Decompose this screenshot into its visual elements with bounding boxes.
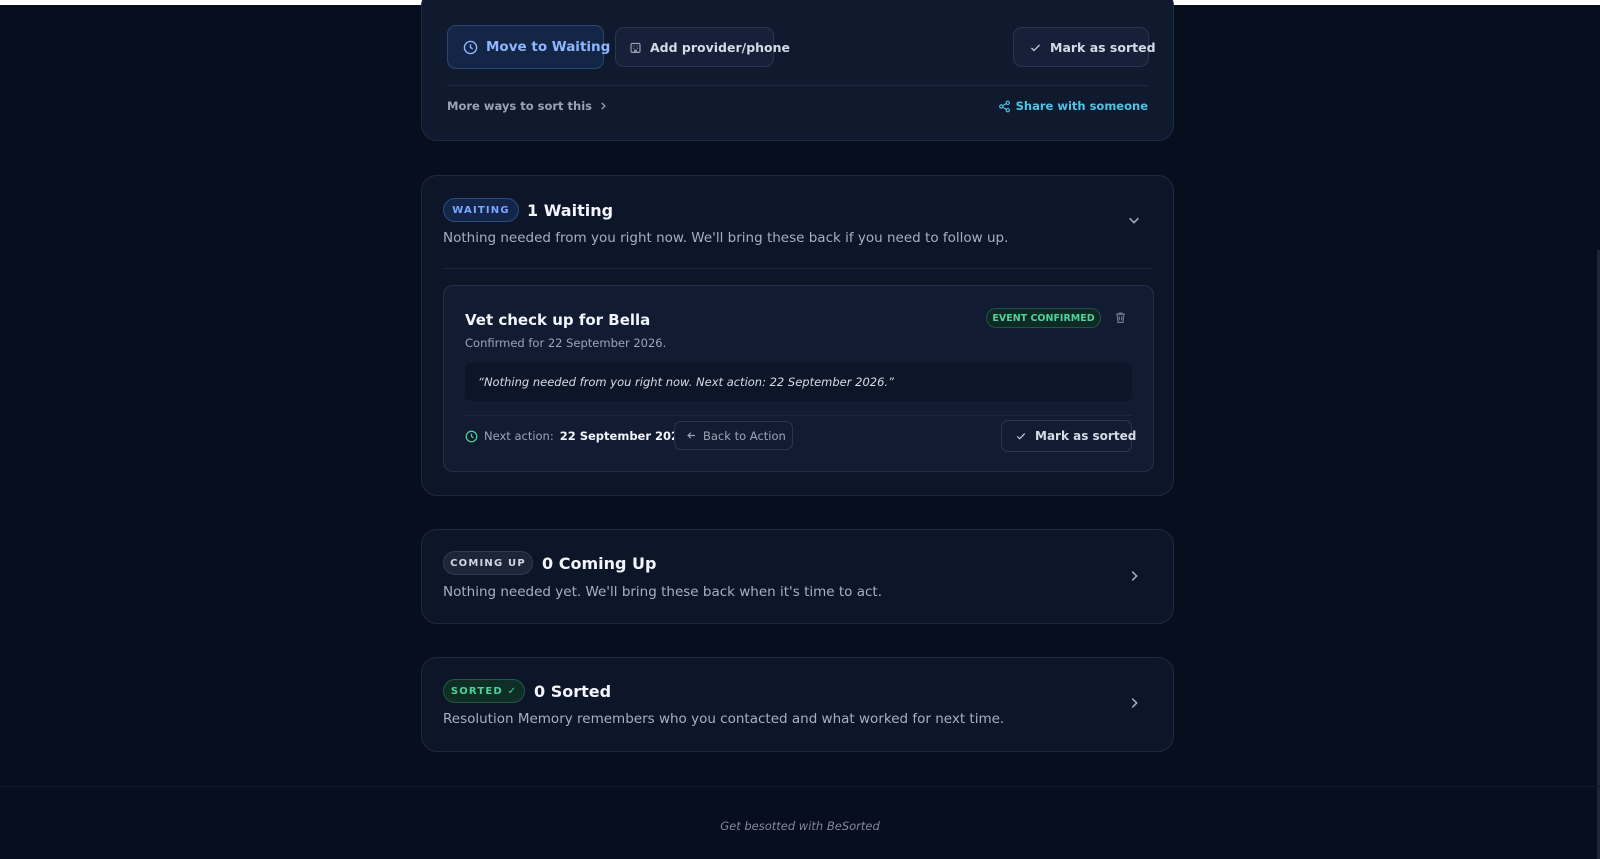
divider — [443, 268, 1152, 269]
waiting-title: 1 Waiting — [527, 201, 614, 220]
share-label: Share with someone — [1015, 99, 1148, 113]
action-card: Move to Waiting Add provider/phone Mark … — [421, 0, 1174, 141]
clock-icon — [463, 40, 478, 54]
arrow-left-icon — [687, 432, 695, 439]
more-ways-link[interactable]: More ways to sort this — [447, 99, 608, 113]
footer-divider — [0, 786, 1600, 787]
next-action-date: 22 September 2026 — [559, 429, 688, 443]
mark-as-sorted-button[interactable]: Mark as sorted — [1013, 27, 1156, 67]
move-to-waiting-label: Move to Waiting — [486, 39, 611, 55]
sorted-title: 0 Sorted — [534, 682, 612, 701]
check-icon — [1016, 433, 1026, 440]
share-link[interactable]: Share with someone — [998, 99, 1148, 113]
item-mark-as-sorted-label: Mark as sorted — [1035, 429, 1137, 443]
divider — [447, 85, 1148, 86]
move-to-waiting-button[interactable]: Move to Waiting — [447, 25, 610, 69]
add-provider-button[interactable]: Add provider/phone — [615, 27, 790, 67]
coming-up-title: 0 Coming Up — [542, 554, 657, 573]
waiting-badge: WAITING — [443, 198, 519, 222]
chevron-right-icon — [601, 102, 606, 110]
coming-up-description: Nothing needed yet. We'll bring these ba… — [443, 584, 883, 600]
back-to-action-button[interactable]: Back to Action — [674, 421, 793, 450]
next-action-label: Next action: — [484, 429, 554, 443]
sorted-description: Resolution Memory remembers who you cont… — [443, 711, 1005, 727]
coming-up-badge: COMING UP — [443, 551, 533, 575]
item-mark-as-sorted-button[interactable]: Mark as sorted — [1001, 420, 1136, 452]
chevron-right-icon[interactable] — [1127, 696, 1141, 710]
mark-as-sorted-label: Mark as sorted — [1050, 39, 1156, 55]
divider — [465, 415, 1132, 416]
clock-icon — [465, 430, 478, 442]
share-icon — [998, 100, 1010, 112]
check-icon — [1030, 43, 1041, 51]
next-action-row: Next action: 22 September 2026 — [465, 429, 687, 443]
event-confirmed-badge: EVENT CONFIRMED — [986, 308, 1101, 328]
item-subtitle: Confirmed for 22 September 2026. — [465, 336, 667, 350]
more-ways-label: More ways to sort this — [447, 99, 592, 113]
sorted-section[interactable]: SORTED ✓ 0 Sorted Resolution Memory reme… — [421, 657, 1174, 752]
building-icon — [630, 42, 641, 53]
waiting-item: Vet check up for Bella Confirmed for 22 … — [443, 285, 1154, 472]
waiting-description: Nothing needed from you right now. We'll… — [443, 230, 1009, 246]
chevron-right-icon[interactable] — [1127, 569, 1141, 583]
footer-tagline: Get besotted with BeSorted — [720, 819, 880, 833]
sorted-badge: SORTED ✓ — [443, 679, 525, 703]
item-quote: “Nothing needed from you right now. Next… — [465, 363, 1132, 401]
add-provider-label: Add provider/phone — [650, 39, 791, 55]
back-to-action-label: Back to Action — [703, 428, 786, 443]
trash-icon[interactable] — [1114, 311, 1127, 324]
waiting-section: WAITING 1 Waiting Nothing needed from yo… — [421, 175, 1174, 496]
item-title: Vet check up for Bella — [465, 311, 651, 329]
coming-up-section[interactable]: COMING UP 0 Coming Up Nothing needed yet… — [421, 529, 1174, 624]
chevron-down-icon[interactable] — [1127, 213, 1141, 227]
